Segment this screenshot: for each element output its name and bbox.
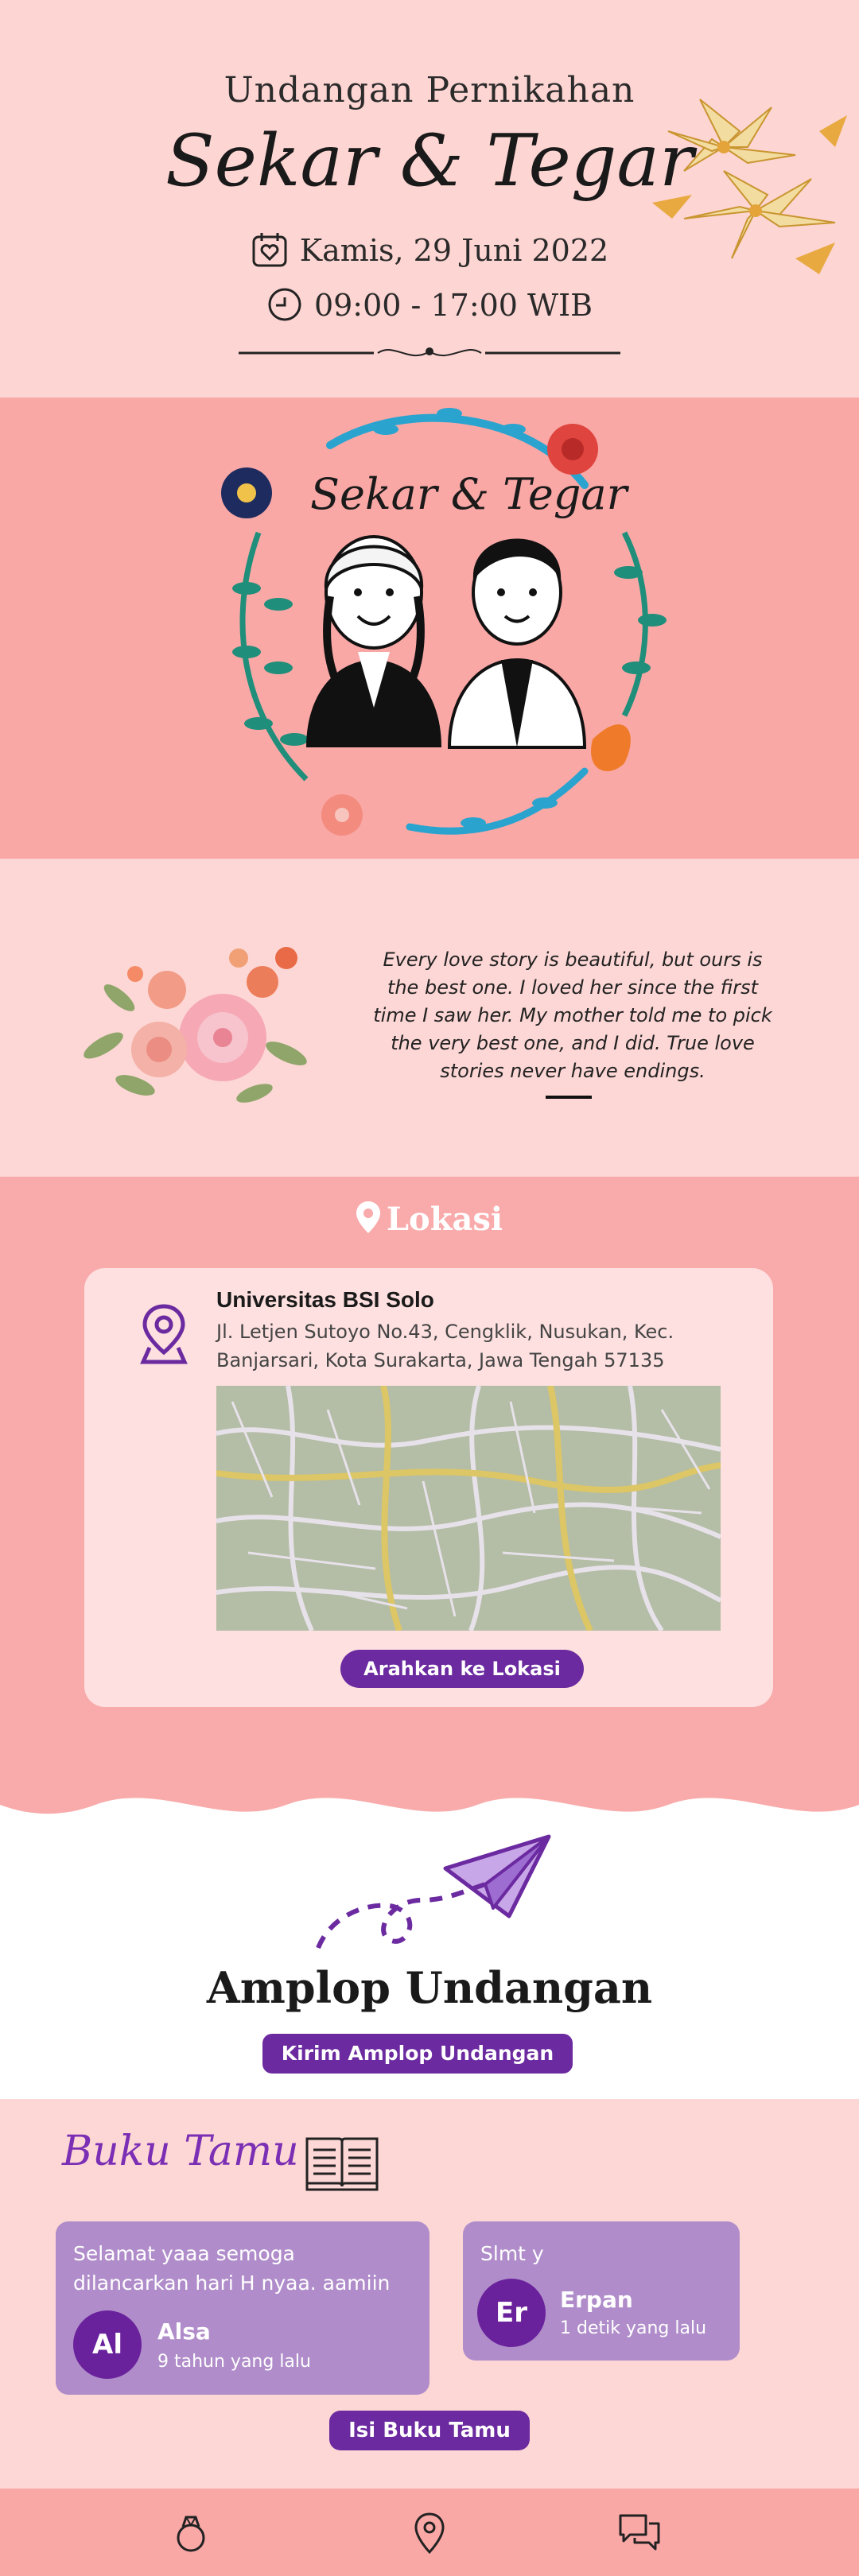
- ring-icon[interactable]: [169, 2511, 213, 2555]
- directions-button[interactable]: Arahkan ke Lokasi: [340, 1650, 584, 1688]
- guestbook-title: Buku Tamu: [62, 2128, 299, 2175]
- avatar: Er: [477, 2279, 546, 2347]
- location-heading: Lokasi: [0, 1201, 859, 1241]
- entry-timestamp: 1 detik yang lalu: [560, 2318, 707, 2338]
- fill-guestbook-button[interactable]: Isi Buku Tamu: [329, 2411, 530, 2450]
- calendar-heart-icon: [251, 231, 289, 276]
- location-heading-text: Lokasi: [386, 1201, 503, 1238]
- location-card: Universitas BSI Solo Jl. Letjen Sutoyo N…: [84, 1268, 773, 1707]
- chat-icon[interactable]: [617, 2511, 662, 2555]
- couple-section: Sekar & Tegar: [0, 398, 859, 859]
- clock-icon: [266, 286, 303, 330]
- guest-name: Erpan: [560, 2287, 633, 2313]
- map-pin-icon: [356, 1201, 380, 1241]
- wedding-time-text: 09:00 - 17:00 WIB: [313, 288, 593, 323]
- avatar: Al: [73, 2310, 142, 2379]
- guestbook-entry: Slmt y Er Erpan 1 detik yang lalu: [463, 2221, 740, 2361]
- location-map[interactable]: [216, 1386, 721, 1631]
- couple-illustration-title: Sekar & Tegar: [310, 469, 628, 519]
- location-section: Lokasi Universitas BSI Solo Jl. Letjen S…: [0, 1177, 859, 1789]
- location-pin-icon[interactable]: [407, 2511, 452, 2555]
- open-book-icon: [305, 2137, 379, 2191]
- venue-address: Jl. Letjen Sutoyo No.43, Cengklik, Nusuk…: [216, 1321, 674, 1371]
- guestbook-message: Selamat yaaa semoga dilancarkan hari H n…: [73, 2242, 391, 2295]
- location-pin-icon: [140, 1304, 188, 1364]
- venue-name: Universitas BSI Solo: [216, 1287, 434, 1312]
- flower-bouquet-icon: [84, 947, 307, 1103]
- quote-section: Every love story is beautiful, but ours …: [0, 859, 859, 1177]
- send-envelope-button[interactable]: Kirim Amplop Undangan: [262, 2034, 573, 2074]
- hero-section: Undangan Pernikahan Sekar & Tegar Kamis,…: [0, 0, 859, 398]
- guestbook-entry: Selamat yaaa semoga dilancarkan hari H n…: [56, 2221, 430, 2395]
- envelope-section: Amplop Undangan Kirim Amplop Undangan: [0, 1781, 859, 2099]
- wedding-time: 09:00 - 17:00 WIB: [0, 286, 859, 330]
- envelope-title: Amplop Undangan: [206, 1962, 653, 2013]
- couple-illustration: [221, 408, 667, 836]
- entry-timestamp: 9 tahun yang lalu: [157, 2352, 311, 2372]
- bottom-nav: [0, 2489, 859, 2576]
- guest-name: Alsa: [157, 2318, 211, 2345]
- lily-flower-icon: [652, 99, 847, 274]
- wedding-date-text: Kamis, 29 Juni 2022: [299, 233, 609, 268]
- quote-underline: [546, 1096, 592, 1099]
- ornament-divider: [239, 347, 620, 357]
- guestbook-message: Slmt y: [480, 2242, 544, 2265]
- guestbook-section: Buku Tamu Selamat yaaa semoga dilancarka…: [0, 2099, 859, 2489]
- love-quote: Every love story is beautiful, but ours …: [373, 949, 772, 1082]
